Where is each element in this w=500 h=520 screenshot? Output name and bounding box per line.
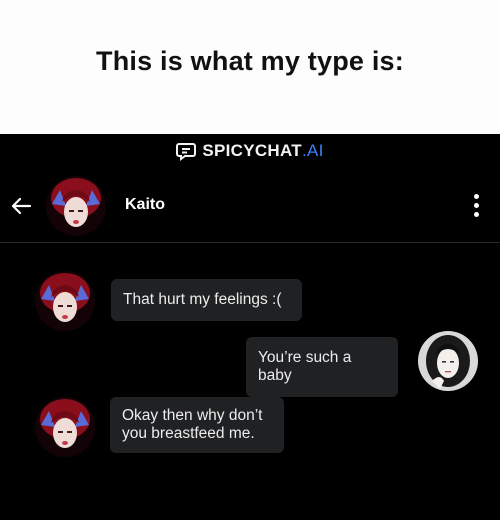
brand-wordmark: SPICYCHAT — [202, 141, 302, 160]
arrow-left-icon[interactable] — [10, 196, 32, 216]
chat-header: Kaito — [0, 170, 500, 243]
meme-caption: This is what my type is: — [0, 0, 500, 134]
character-avatar[interactable] — [46, 176, 106, 236]
chat-bubble-icon — [176, 143, 197, 161]
brand-suffix: .AI — [301, 141, 324, 160]
message-bubble-character: Okay then why don’t you breastfeed me. — [110, 397, 284, 453]
character-name: Kaito — [125, 196, 165, 213]
message-avatar-character — [35, 397, 95, 457]
more-vertical-icon[interactable] — [474, 194, 480, 220]
message-avatar-user — [418, 331, 478, 391]
chat-screen: SPICYCHAT.AI Kaito That hurt my feelings… — [0, 134, 500, 520]
brand-header: SPICYCHAT.AI — [0, 141, 500, 161]
message-bubble-character: That hurt my feelings :( — [111, 279, 302, 321]
message-avatar-character — [35, 271, 95, 331]
message-bubble-user: You’re such a baby — [246, 337, 398, 397]
brand-name: SPICYCHAT.AI — [202, 141, 323, 161]
caption-text: This is what my type is: — [96, 45, 404, 76]
